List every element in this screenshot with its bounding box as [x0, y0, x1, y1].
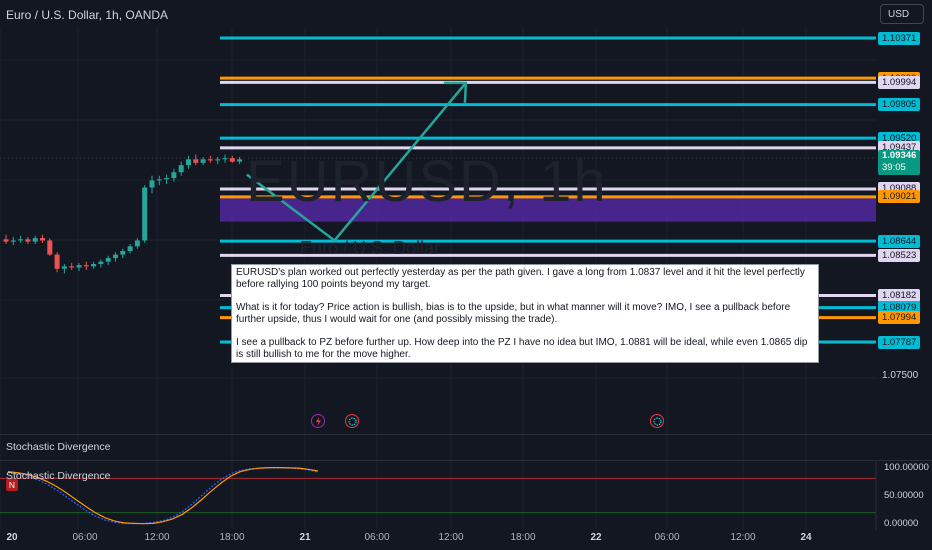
watermark-symbol: EURUSD, 1h [246, 149, 608, 214]
candle-body[interactable] [207, 159, 213, 161]
level-price-tag[interactable]: 1.07787 [878, 335, 920, 349]
candle-body[interactable] [215, 159, 221, 161]
level-price-tag[interactable]: 1.08182 [878, 289, 920, 303]
candle-body[interactable] [120, 251, 126, 255]
candle-body[interactable] [3, 239, 9, 242]
note-paragraph: What is it for today? Price action is bu… [236, 302, 791, 325]
time-axis-label: 22 [590, 532, 602, 543]
osc-axis-label: 100.00000 [884, 462, 929, 473]
time-axis-label: 06:00 [72, 532, 98, 543]
candle-body[interactable] [40, 238, 45, 241]
level-price-tag[interactable]: 1.08644 [878, 234, 920, 248]
candle-body[interactable] [113, 254, 118, 259]
pane-divider[interactable] [0, 434, 932, 435]
candle-body[interactable] [32, 238, 38, 242]
earnings-icon[interactable] [650, 414, 664, 428]
candle-body[interactable] [164, 178, 170, 180]
indicator-title[interactable]: Stochastic Divergence [6, 441, 110, 453]
current-price-tag[interactable]: 1.09346 39:05 [878, 150, 920, 176]
level-price-tag[interactable]: 1.09021 [878, 190, 920, 204]
time-axis-label: 12:00 [438, 532, 464, 543]
time-axis-label: 21 [299, 532, 311, 543]
candle-body[interactable] [83, 265, 89, 267]
candle-body[interactable] [91, 264, 97, 267]
candle-body[interactable] [200, 159, 206, 163]
price-axis-tick: 1.07500 [882, 369, 919, 381]
current-price-value: 1.09346 [882, 150, 917, 162]
level-price-tag[interactable]: 1.10371 [878, 31, 920, 45]
time-axis-label: 20 [6, 532, 18, 543]
time-axis-label: 12:00 [144, 532, 170, 543]
candle-body[interactable] [229, 158, 235, 162]
osc-axis-label: 0.00000 [884, 518, 919, 529]
candle-body[interactable] [237, 159, 243, 162]
time-axis-label: 06:00 [654, 532, 680, 543]
candle-body[interactable] [69, 266, 75, 268]
earnings-icon[interactable] [345, 414, 359, 428]
candle-body[interactable] [127, 246, 133, 252]
osc-axis-label: 50.00000 [884, 490, 924, 501]
level-price-tag[interactable]: 1.09994 [878, 75, 920, 89]
note-paragraph: I see a pullback to PZ before further up… [236, 337, 808, 360]
analysis-note[interactable]: EURUSD's plan worked out perfectly yeste… [231, 264, 819, 363]
currency-button[interactable]: USD [880, 4, 924, 24]
flash-event-icon[interactable] [311, 414, 325, 428]
candle-body[interactable] [61, 266, 67, 269]
time-axis-label: 18:00 [219, 532, 245, 543]
earnings-glyph-icon [347, 416, 357, 426]
level-price-tag[interactable]: 1.08523 [878, 248, 920, 262]
candle-body[interactable] [105, 258, 111, 262]
candle-body[interactable] [222, 158, 228, 160]
candle-body[interactable] [98, 261, 104, 264]
candle-body[interactable] [25, 239, 31, 242]
candle-body[interactable] [178, 165, 184, 173]
chart-root: EURUSD, 1h Euro / U.S. Dollar Euro / U.S… [0, 0, 932, 550]
candle-body[interactable] [54, 254, 60, 269]
level-price-tag[interactable]: 1.07994 [878, 311, 920, 325]
candle-body[interactable] [134, 240, 140, 247]
time-axis-label: 12:00 [730, 532, 756, 543]
divergence-badge: N [6, 479, 18, 491]
candle-body[interactable] [186, 159, 191, 166]
level-price-tag[interactable]: 1.09805 [878, 98, 920, 112]
watermark-subtitle: Euro / U.S. Dollar [300, 238, 441, 258]
candle-body[interactable] [171, 172, 177, 179]
flash-glyph-icon [315, 416, 321, 426]
candle-body[interactable] [10, 240, 16, 242]
candle-body[interactable] [47, 240, 53, 255]
candle-body[interactable] [149, 180, 155, 188]
candle-body[interactable] [142, 187, 148, 241]
bar-countdown: 39:05 [882, 162, 906, 174]
candle-body[interactable] [193, 159, 199, 163]
earnings-glyph-icon [652, 416, 662, 426]
indicator-legend[interactable]: Stochastic Divergence [6, 470, 110, 482]
candle-body[interactable] [76, 265, 82, 268]
time-axis-label: 06:00 [364, 532, 390, 543]
note-paragraph: EURUSD's plan worked out perfectly yeste… [236, 267, 805, 290]
time-axis-label: 18:00 [510, 532, 536, 543]
symbol-title[interactable]: Euro / U.S. Dollar, 1h, OANDA [6, 8, 168, 22]
time-axis-label: 24 [800, 532, 812, 543]
candle-body[interactable] [18, 239, 24, 241]
pane-divider[interactable] [0, 460, 932, 461]
candle-body[interactable] [156, 179, 162, 181]
